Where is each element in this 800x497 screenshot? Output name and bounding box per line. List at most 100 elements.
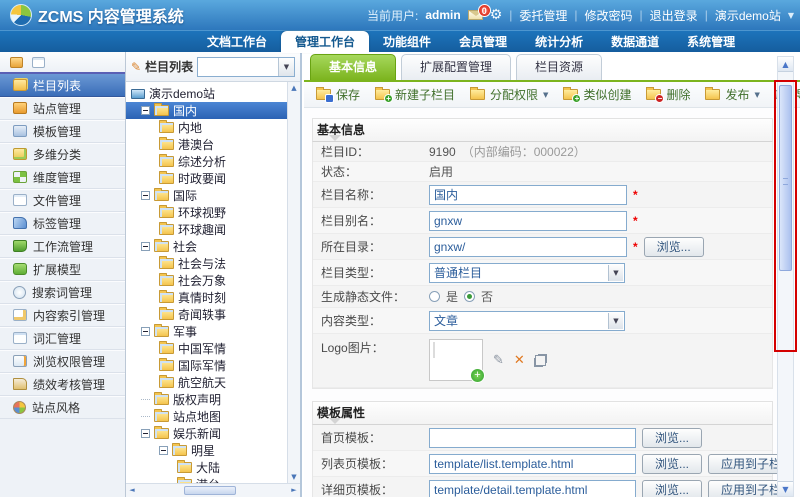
tree-node-anecdotes[interactable]: 奇闻轶事 [126,306,287,323]
mail-icon[interactable]: 0 [468,10,483,20]
site-switcher[interactable]: 演示demo站 [715,7,781,24]
column-name-input[interactable] [429,185,627,205]
change-password-link[interactable]: 修改密码 [585,7,633,24]
collapse-icon[interactable] [141,106,150,115]
column-alias-input[interactable] [429,211,627,231]
radio-static-yes[interactable] [429,291,440,302]
browse-button[interactable]: 浏览... [642,454,702,474]
collapse-icon[interactable] [159,446,168,455]
list-template-input[interactable] [429,454,636,474]
sidebar-item-workflow-management[interactable]: 工作流管理 [0,235,125,258]
crop-image-icon[interactable] [535,355,546,366]
collapse-icon[interactable] [141,429,150,438]
browse-button[interactable]: 浏览... [642,428,702,448]
new-subcolumn-button[interactable]: + 新建子栏目 [375,86,455,103]
column-type-select[interactable]: 普通栏目 ▼ [429,263,625,283]
nav-tab-document-workbench[interactable]: 文档工作台 [193,31,281,53]
sidebar-item-site-style[interactable]: 站点风格 [0,396,125,419]
directory-input[interactable] [429,237,627,257]
create-similar-button[interactable]: + 类似创建 [563,86,631,103]
tree-node-copyright[interactable]: 版权声明 [126,391,287,408]
collapse-icon[interactable] [141,327,150,336]
chevron-down-icon[interactable]: ▼ [608,265,623,281]
nav-tab-members[interactable]: 会员管理 [445,31,521,53]
nav-tab-components[interactable]: 功能组件 [369,31,445,53]
tree-node-society[interactable]: 社会 [126,238,287,255]
scroll-down-icon[interactable]: ▼ [288,471,300,483]
tree-vertical-scrollbar[interactable]: ▲ ▼ [287,82,300,483]
tree-node-true-moments[interactable]: 真情时刻 [126,289,287,306]
sidebar-item-performance-assessment[interactable]: 绩效考核管理 [0,373,125,396]
delegate-admin-link[interactable]: 委托管理 [519,7,567,24]
delete-button[interactable]: − 删除 [646,86,690,103]
scroll-up-icon[interactable]: ▲ [288,82,300,94]
sidebar-item-file-management[interactable]: 文件管理 [0,189,125,212]
tree-node-hk-macao-taiwan[interactable]: 港澳台 [126,136,287,153]
radio-static-no[interactable] [464,291,475,302]
tree-node-military[interactable]: 军事 [126,323,287,340]
tree-node-domestic[interactable]: 国内 [126,102,287,119]
content-type-select[interactable]: 文章 ▼ [429,311,625,331]
tree-horizontal-scrollbar[interactable]: ◄ ► [126,483,300,497]
tree-node-stars[interactable]: 明星 [126,442,287,459]
tree-node-stars-hk-tw[interactable]: 港台 [126,476,287,483]
index-template-input[interactable] [429,428,636,448]
publish-button[interactable]: 发布 ▼ [705,86,759,103]
home-icon[interactable] [10,57,23,68]
sidebar-item-browse-permission[interactable]: 浏览权限管理 [0,350,125,373]
tree-node-stars-mainland[interactable]: 大陆 [126,459,287,476]
nav-tab-admin-workbench[interactable]: 管理工作台 [281,31,369,53]
scroll-up-icon[interactable]: ▲ [778,57,793,72]
page-vertical-scrollbar[interactable]: ▲ ▼ [777,56,794,497]
collapse-icon[interactable] [141,242,150,251]
gear-icon[interactable]: ⚙ [490,7,503,23]
tree-node-aerospace[interactable]: 航空航天 [126,374,287,391]
browse-button[interactable]: 浏览... [642,480,702,497]
scroll-down-icon[interactable]: ▼ [778,481,793,496]
tree-node-global-vision[interactable]: 环球视野 [126,204,287,221]
nav-tab-system[interactable]: 系统管理 [673,31,749,53]
chevron-down-icon[interactable]: ▼ [543,91,548,99]
chevron-down-icon[interactable]: ▼ [278,58,294,76]
tab-column-resources[interactable]: 栏目资源 [516,54,602,80]
chevron-down-icon[interactable]: ▼ [788,11,794,20]
browse-button[interactable]: 浏览... [644,237,704,257]
logo-image-placeholder[interactable] [429,339,483,381]
scroll-left-icon[interactable]: ◄ [126,484,138,497]
tree-node-intl-military[interactable]: 国际军情 [126,357,287,374]
scroll-right-icon[interactable]: ► [288,484,300,497]
tab-extended-config[interactable]: 扩展配置管理 [401,54,511,80]
edit-image-icon[interactable]: ✎ [493,353,504,368]
sidebar-item-tag-management[interactable]: 标签管理 [0,212,125,235]
nav-tab-data-channel[interactable]: 数据通道 [597,31,673,53]
sidebar-item-content-index[interactable]: 内容索引管理 [0,304,125,327]
collapse-icon[interactable] [141,191,150,200]
sidebar-item-search-words[interactable]: 搜索词管理 [0,281,125,304]
tree-node-analysis[interactable]: 综述分析 [126,153,287,170]
tree-node-society-misc[interactable]: 社会万象 [126,272,287,289]
detail-template-input[interactable] [429,480,636,497]
tab-basic-info[interactable]: 基本信息 [310,54,396,80]
save-button[interactable]: 保存 [316,86,360,103]
tree-node-society-law[interactable]: 社会与法 [126,255,287,272]
tree-node-site-root[interactable]: 演示demo站 [126,85,287,102]
assign-permission-button[interactable]: 分配权限 ▼ [470,86,548,103]
tree-node-sitemap[interactable]: 站点地图 [126,408,287,425]
chevron-down-icon[interactable]: ▼ [608,313,623,329]
nav-tab-statistics[interactable]: 统计分析 [521,31,597,53]
logout-link[interactable]: 退出登录 [650,7,698,24]
tree-node-international[interactable]: 国际 [126,187,287,204]
sidebar-item-multi-category[interactable]: 多维分类 [0,143,125,166]
tree-node-politics-news[interactable]: 时政要闻 [126,170,287,187]
document-icon[interactable] [32,57,45,68]
sidebar-item-site-management[interactable]: 站点管理 [0,97,125,120]
apply-to-subcolumns-button[interactable]: 应用到子栏目 [708,480,777,497]
sidebar-item-vocabulary[interactable]: 词汇管理 [0,327,125,350]
tree-node-china-military[interactable]: 中国军情 [126,340,287,357]
tree-node-global-fun[interactable]: 环球趣闻 [126,221,287,238]
sidebar-item-extended-model[interactable]: 扩展模型 [0,258,125,281]
tree-filter-combobox[interactable]: ▼ [197,57,295,77]
tree-node-mainland[interactable]: 内地 [126,119,287,136]
remove-image-icon[interactable]: ✕ [514,352,525,368]
sidebar-item-template-management[interactable]: 模板管理 [0,120,125,143]
